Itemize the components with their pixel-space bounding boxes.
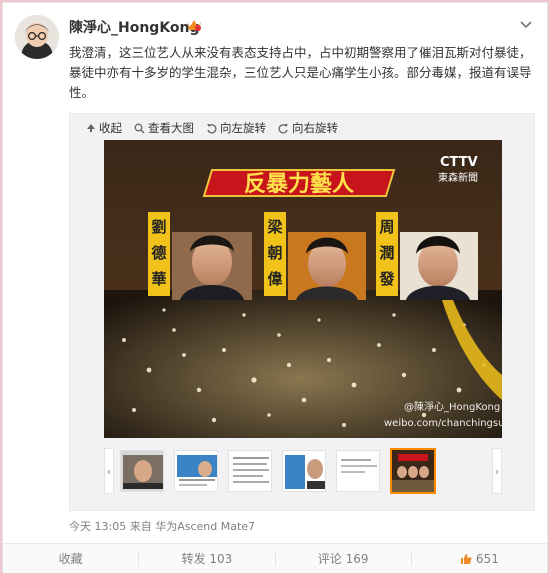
thumbnail-4[interactable] (282, 450, 326, 492)
svg-text:偉: 偉 (267, 270, 282, 288)
svg-text:劉: 劉 (151, 218, 166, 236)
magnifier-icon (134, 123, 145, 134)
media-viewer: 收起 查看大图 向左旋转 向右旋转 反暴力藝人 CTTV 東森新聞 劉 德 華 … (69, 113, 535, 511)
channel-name: 東森新聞 (438, 171, 478, 184)
like-count: 651 (475, 551, 499, 566)
svg-text:梁: 梁 (266, 218, 283, 236)
post-meta: 今天 13:05 来自 华为Ascend Mate7 (69, 520, 256, 533)
favorite-label: 收藏 (58, 552, 83, 566)
thumbnail-1[interactable] (120, 450, 164, 492)
rotate-left-button[interactable]: 向左旋转 (206, 120, 266, 136)
comment-label: 评论 169 (317, 552, 369, 566)
watermark-url: weibo.com/chanchingsum (384, 418, 502, 429)
thumbnail-2[interactable] (174, 450, 218, 492)
rotate-right-label: 向右旋转 (292, 121, 338, 135)
chevron-down-icon[interactable] (519, 15, 533, 29)
banner-text: 反暴力藝人 (244, 172, 354, 197)
username-link[interactable]: 陳淨心_HongKong (69, 17, 200, 37)
svg-text:朝: 朝 (267, 244, 282, 262)
media-toolbar: 收起 查看大图 向左旋转 向右旋转 (86, 120, 350, 136)
thumbnail-5[interactable] (336, 450, 380, 492)
svg-text:德: 德 (151, 244, 166, 262)
weibo-post-card: 陳淨心_HongKong 我澄清，这三位艺人从来没有表态支持占中，占中初期警察用… (2, 2, 548, 573)
favorite-button[interactable]: 收藏 (3, 544, 138, 573)
thumbnail-3[interactable] (228, 450, 272, 492)
comment-button[interactable]: 评论 169 (276, 544, 411, 573)
action-bar: 收藏 转发 103 评论 169 651 (3, 543, 547, 573)
svg-text:周: 周 (379, 218, 394, 236)
collapse-label: 收起 (99, 121, 122, 135)
arrow-up-icon (87, 124, 95, 132)
thumbnail-strip: ‹ › (104, 448, 502, 498)
watermark-user: @陳淨心_HongKong (404, 401, 500, 413)
thumbs-up-icon (460, 553, 472, 564)
rotate-left-label: 向左旋转 (220, 121, 266, 135)
vip-badge-icon[interactable] (186, 17, 202, 31)
repost-label: 转发 103 (181, 552, 233, 566)
channel-logo: CTTV (440, 155, 478, 170)
view-large-label: 查看大图 (148, 121, 194, 135)
post-image[interactable]: 反暴力藝人 CTTV 東森新聞 劉 德 華 梁 朝 偉 周 潤 發 @陳淨心_H… (104, 140, 502, 438)
svg-text:華: 華 (151, 270, 166, 288)
svg-text:潤: 潤 (379, 244, 394, 262)
view-large-button[interactable]: 查看大图 (134, 120, 194, 136)
rotate-left-icon (207, 123, 217, 133)
repost-button[interactable]: 转发 103 (139, 544, 274, 573)
rotate-right-button[interactable]: 向右旋转 (278, 120, 338, 136)
rotate-right-icon (278, 123, 288, 133)
thumb-prev-arrow-icon[interactable]: ‹ (104, 448, 114, 494)
like-button[interactable]: 651 (412, 544, 547, 573)
thumbnail-6-selected[interactable] (390, 448, 436, 494)
collapse-button[interactable]: 收起 (86, 120, 122, 136)
post-text: 我澄清，这三位艺人从来没有表态支持占中，占中初期警察用了催泪瓦斯对付暴徒，暴徒中… (69, 45, 532, 100)
thumb-next-arrow-icon[interactable]: › (492, 448, 502, 494)
svg-text:發: 發 (378, 270, 395, 288)
avatar[interactable] (15, 15, 59, 59)
